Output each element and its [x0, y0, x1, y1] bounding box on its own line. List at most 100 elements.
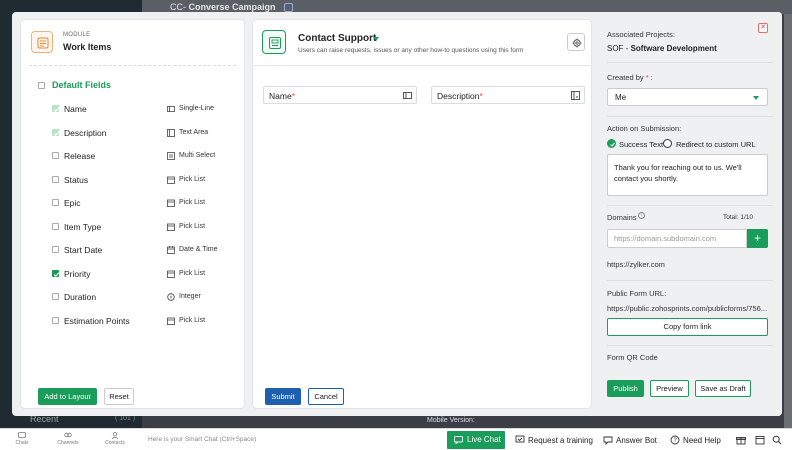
created-by-label: Created by * : — [607, 73, 653, 82]
field-checkbox[interactable] — [52, 199, 59, 206]
nav-chats[interactable]: Chats — [8, 432, 36, 446]
answer-bot-icon — [603, 436, 613, 445]
fields-panel: MODULE Work Items Default Fields Name Sin… — [20, 19, 245, 409]
smart-chat-input[interactable]: Here is your Smart Chat (Ctrl+Space) — [148, 436, 256, 443]
need-help-label: Need Help — [683, 436, 721, 445]
field-type: Single-Line — [179, 105, 215, 112]
field-row[interactable]: Name Single-Line — [21, 102, 246, 116]
gift-icon[interactable] — [736, 435, 746, 445]
created-by-select[interactable]: Me — [607, 88, 768, 106]
field-checkbox[interactable] — [52, 222, 59, 230]
field-row[interactable]: Status Pick List — [21, 173, 246, 187]
form-icon — [262, 30, 286, 54]
field-name: Item Type — [64, 221, 102, 232]
field-checkbox[interactable] — [52, 246, 59, 253]
form-description: Users can raise requests, issues or any … — [298, 47, 524, 54]
field-name: Name — [64, 104, 87, 114]
submit-button[interactable]: Submit — [265, 388, 301, 405]
field-name: Description — [64, 127, 107, 138]
added-domain: https://zylker.com — [607, 260, 665, 269]
channels-icon — [64, 432, 72, 438]
reset-button[interactable]: Reset — [104, 388, 134, 405]
close-icon[interactable]: ✕ — [758, 23, 768, 33]
field-type: Pick List — [179, 175, 206, 183]
add-domain-button[interactable]: + — [747, 229, 768, 248]
form-builder-modal: MODULE Work Items Default Fields Name Sin… — [12, 12, 782, 416]
field-checkbox[interactable] — [52, 152, 59, 159]
info-icon[interactable]: i — [638, 212, 645, 219]
form-field-name[interactable]: Name* — [263, 86, 417, 104]
field-checkbox[interactable] — [52, 316, 59, 324]
field-type: Integer — [179, 293, 201, 300]
required-mark: * — [291, 91, 295, 101]
form-title[interactable]: Contact Support — [298, 33, 376, 44]
success-text-radio[interactable] — [607, 139, 616, 148]
project-name: Software Development — [630, 44, 717, 53]
module-label: MODULE — [63, 32, 91, 38]
publish-button[interactable]: Publish — [607, 380, 644, 397]
need-help-button[interactable]: ? Need Help — [670, 435, 721, 445]
success-message-textarea[interactable]: Thank you for reaching out to us. We'll … — [607, 154, 768, 196]
field-checkbox[interactable] — [52, 105, 60, 113]
domains-total: Total: 1/10 — [723, 214, 753, 221]
field-row[interactable]: Priority Pick List — [21, 267, 246, 281]
integer-icon: # — [167, 293, 175, 301]
answer-bot-button[interactable]: Answer Bot — [603, 436, 657, 445]
nav-label: Contacts — [105, 440, 125, 446]
field-row[interactable]: Estimation Points Pick List — [21, 314, 246, 328]
background-breadcrumb: CC- Converse Campaign — [170, 2, 294, 13]
module-icon — [31, 31, 53, 53]
request-training-button[interactable]: Request a training — [515, 435, 593, 445]
preview-button[interactable]: Preview — [650, 380, 689, 397]
field-row[interactable]: Start Date Date & Time — [21, 243, 246, 257]
breadcrumb-title: Converse Campaign — [188, 2, 276, 12]
add-to-layout-button[interactable]: Add to Layout — [38, 388, 97, 405]
pick-list-icon — [167, 270, 175, 278]
search-icon[interactable] — [772, 435, 782, 445]
field-checkbox[interactable] — [52, 128, 60, 136]
form-field-description[interactable]: Description* — [431, 86, 585, 104]
created-by-value: Me — [615, 93, 627, 102]
default-fields-checkbox[interactable] — [38, 82, 45, 89]
mobile-version-label: Mobile Version: — [427, 417, 475, 424]
pick-list-icon — [167, 176, 175, 184]
form-layout-icon — [269, 37, 281, 49]
form-settings-button[interactable] — [567, 33, 585, 51]
module-title: Work Items — [63, 42, 112, 52]
contacts-icon — [111, 432, 119, 439]
calendar-icon[interactable] — [755, 435, 765, 445]
field-type: Pick List — [179, 269, 206, 277]
domain-input[interactable] — [607, 229, 747, 248]
field-row[interactable]: Release Multi Select — [21, 149, 246, 163]
field-checkbox[interactable] — [52, 269, 60, 277]
save-as-draft-button[interactable]: Save as Draft — [695, 380, 751, 397]
multi-select-icon — [167, 152, 175, 160]
nav-channels[interactable]: Channels — [54, 432, 82, 446]
chevron-down-icon[interactable] — [373, 37, 379, 41]
background-right-rail — [784, 14, 792, 428]
field-checkbox[interactable] — [52, 175, 59, 183]
domains-label: Domains — [607, 213, 637, 222]
public-form-url: https://public.zohosprints.com/publicfor… — [607, 304, 768, 313]
nav-contacts[interactable]: Contacts — [101, 432, 129, 446]
live-chat-button[interactable]: Live Chat — [447, 431, 505, 449]
field-row[interactable]: Epic Pick List — [21, 196, 246, 210]
field-type: Pick List — [179, 199, 206, 206]
divider — [253, 65, 591, 66]
recent-count: ( 101 ) — [115, 415, 136, 422]
field-label-text: Name — [269, 91, 292, 101]
check-icon — [610, 142, 616, 147]
form-qr-code-label: Form QR Code — [607, 353, 658, 362]
copy-form-link-button[interactable]: Copy form link — [607, 318, 768, 336]
breadcrumb-prefix: CC- — [170, 2, 186, 12]
field-checkbox[interactable] — [52, 293, 59, 300]
field-row[interactable]: Description Text Area — [21, 126, 246, 140]
field-name: Priority — [64, 268, 91, 279]
field-type: Date & Time — [179, 246, 218, 253]
field-row[interactable]: Item Type Pick List — [21, 220, 246, 234]
field-row[interactable]: Duration # Integer — [21, 290, 246, 304]
check-icon — [53, 271, 60, 277]
redirect-url-radio[interactable] — [663, 139, 672, 148]
cancel-button[interactable]: Cancel — [308, 388, 344, 405]
chat-icon — [18, 432, 26, 438]
